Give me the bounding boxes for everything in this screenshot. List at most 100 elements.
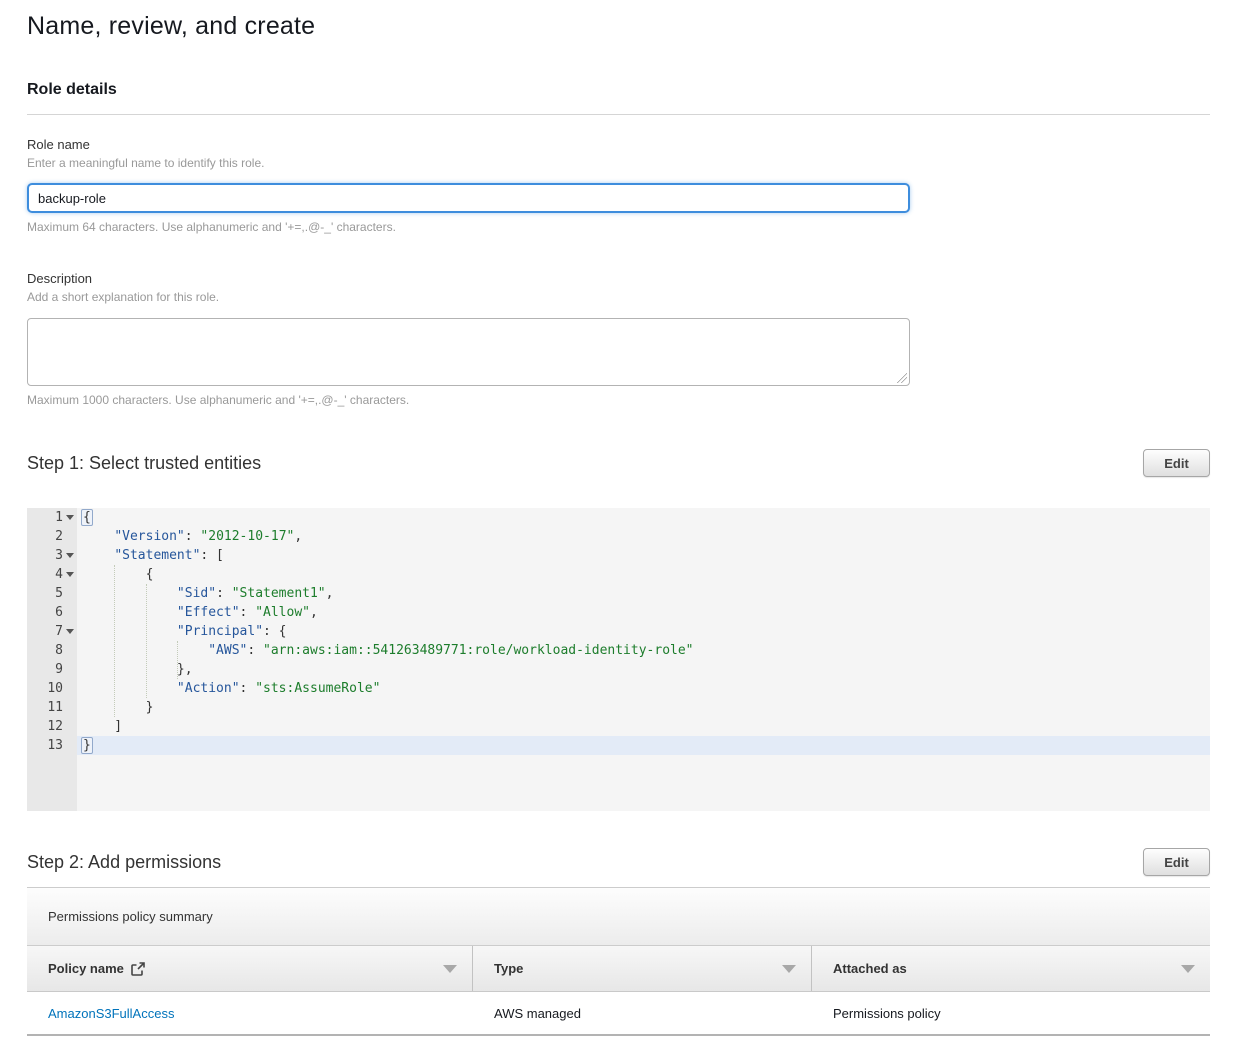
- line-number: 4: [55, 565, 63, 584]
- description-textarea[interactable]: [27, 318, 910, 386]
- code-token: [83, 586, 177, 601]
- line-number: 12: [47, 717, 63, 736]
- divider: [27, 114, 1210, 115]
- policy-type-cell: AWS managed: [473, 1006, 812, 1021]
- permissions-panel-header: Permissions policy summary: [27, 887, 1210, 946]
- code-token: "Version": [114, 529, 184, 544]
- column-header-label: Type: [494, 961, 523, 976]
- line-number: 1: [55, 508, 63, 527]
- code-token: : {: [263, 624, 286, 639]
- line-number: 11: [47, 698, 63, 717]
- permissions-table-head: Policy name Type Attached as: [27, 946, 1210, 992]
- gutter-line: 3: [27, 546, 77, 565]
- code-line[interactable]: ]: [77, 717, 1210, 736]
- line-number: 8: [55, 641, 63, 660]
- gutter-line: 12: [27, 717, 77, 736]
- code-token: :: [216, 586, 232, 601]
- permissions-table: Policy name Type Attached as AmazonS3FullA…: [27, 946, 1210, 1036]
- column-header-policy-name: Policy name: [27, 946, 473, 991]
- trust-policy-editor[interactable]: 12345678910111213 { "Version": "2012-10-…: [27, 508, 1210, 811]
- filter-icon[interactable]: [1181, 965, 1195, 973]
- code-token: :: [185, 529, 201, 544]
- code-token: [83, 605, 177, 620]
- code-token: "Principal": [177, 624, 263, 639]
- code-token: ,: [294, 529, 302, 544]
- role-name-hint: Enter a meaningful name to identify this…: [27, 156, 1210, 170]
- fold-arrow-icon[interactable]: [66, 515, 74, 520]
- gutter-line: 4: [27, 565, 77, 584]
- code-token: :: [247, 643, 263, 658]
- code-line[interactable]: }: [77, 736, 1210, 755]
- code-line[interactable]: },: [77, 660, 1210, 679]
- code-token: }: [83, 700, 153, 715]
- column-header-type: Type: [473, 946, 812, 991]
- permissions-table-body: AmazonS3FullAccess AWS managedPermissions…: [27, 992, 1210, 1036]
- gutter-line: 6: [27, 603, 77, 622]
- external-link-icon: [131, 962, 145, 976]
- code-token: "Statement1": [232, 586, 326, 601]
- fold-arrow-icon[interactable]: [66, 553, 74, 558]
- column-header-label: Policy name: [48, 961, 145, 976]
- code-line[interactable]: "AWS": "arn:aws:iam::541263489771:role/w…: [77, 641, 1210, 660]
- gutter-line: 1: [27, 508, 77, 527]
- code-line[interactable]: "Action": "sts:AssumeRole": [77, 679, 1210, 698]
- fold-arrow-icon[interactable]: [66, 572, 74, 577]
- filter-icon[interactable]: [443, 965, 457, 973]
- code-line[interactable]: }: [77, 698, 1210, 717]
- matched-brace: {: [81, 509, 93, 526]
- policy-name-link[interactable]: AmazonS3FullAccess: [48, 1006, 174, 1021]
- code-line[interactable]: {: [77, 508, 1210, 527]
- description-hint: Add a short explanation for this role.: [27, 290, 1210, 304]
- code-token: : [: [200, 548, 223, 563]
- column-header-label: Attached as: [833, 961, 907, 976]
- filter-icon[interactable]: [782, 965, 796, 973]
- code-token: },: [83, 662, 193, 677]
- code-line[interactable]: "Statement": [: [77, 546, 1210, 565]
- gutter-line: 10: [27, 679, 77, 698]
- code-token: [83, 643, 208, 658]
- gutter-line: 13: [27, 736, 77, 755]
- fold-slot: [63, 572, 77, 577]
- attached-as-cell: Permissions policy: [812, 1006, 1210, 1021]
- role-details-heading: Role details: [27, 81, 1210, 99]
- line-number: 13: [47, 736, 63, 755]
- code-token: "Allow": [255, 605, 310, 620]
- line-number: 10: [47, 679, 63, 698]
- line-number: 6: [55, 603, 63, 622]
- code-line[interactable]: "Principal": {: [77, 622, 1210, 641]
- role-name-input[interactable]: [27, 183, 910, 213]
- code-token: ,: [310, 605, 318, 620]
- code-token: "Effect": [177, 605, 240, 620]
- page: Name, review, and create Role details Ro…: [0, 0, 1242, 1036]
- column-header-attached-as: Attached as: [812, 946, 1210, 991]
- fold-arrow-icon[interactable]: [66, 629, 74, 634]
- code-token: "Sid": [177, 586, 216, 601]
- step1-edit-button[interactable]: Edit: [1143, 449, 1210, 477]
- fold-slot: [63, 553, 77, 558]
- step1-heading: Step 1: Select trusted entities: [27, 453, 261, 474]
- code-line[interactable]: {: [77, 565, 1210, 584]
- gutter-line: 8: [27, 641, 77, 660]
- description-constraint: Maximum 1000 characters. Use alphanumeri…: [27, 393, 1210, 407]
- role-name-constraint: Maximum 64 characters. Use alphanumeric …: [27, 220, 1210, 234]
- code-token: [83, 681, 177, 696]
- code-line[interactable]: "Version": "2012-10-17",: [77, 527, 1210, 546]
- code-token: "AWS": [208, 643, 247, 658]
- table-row: AmazonS3FullAccess AWS managedPermissions…: [27, 992, 1210, 1036]
- step2-edit-button[interactable]: Edit: [1143, 848, 1210, 876]
- code-token: [83, 548, 114, 563]
- code-token: ,: [326, 586, 334, 601]
- line-number: 3: [55, 546, 63, 565]
- permissions-panel-title: Permissions policy summary: [48, 909, 213, 924]
- code-line[interactable]: "Effect": "Allow",: [77, 603, 1210, 622]
- line-number: 5: [55, 584, 63, 603]
- gutter-line: 7: [27, 622, 77, 641]
- column-header-text: Policy name: [48, 961, 124, 976]
- gutter-line: 2: [27, 527, 77, 546]
- code-line[interactable]: "Sid": "Statement1",: [77, 584, 1210, 603]
- line-number: 9: [55, 660, 63, 679]
- editor-code-area[interactable]: { "Version": "2012-10-17", "Statement": …: [77, 508, 1210, 811]
- gutter-line: 9: [27, 660, 77, 679]
- resize-grip-icon[interactable]: [897, 373, 907, 383]
- code-token: :: [240, 681, 256, 696]
